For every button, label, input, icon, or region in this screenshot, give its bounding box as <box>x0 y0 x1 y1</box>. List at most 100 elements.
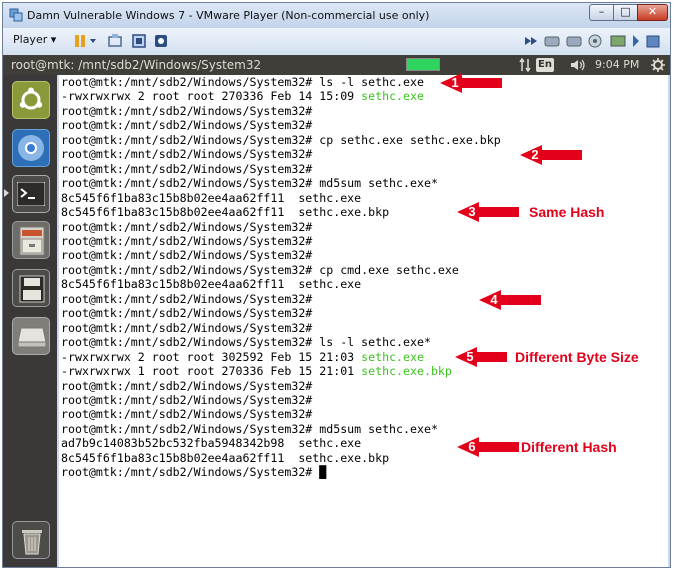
annotation-arrow-2: 2 <box>520 145 582 165</box>
terminal-line: root@mtk:/mnt/sdb2/Windows/System32# cp … <box>61 263 459 277</box>
pause-icon[interactable] <box>73 33 99 49</box>
fullscreen-icon[interactable] <box>131 33 147 49</box>
annotation-arrow-3: 3 <box>457 202 519 222</box>
terminal-line: root@mtk:/mnt/sdb2/Windows/System32# <box>61 292 312 306</box>
terminal-line: root@mtk:/mnt/sdb2/Windows/System32# ls … <box>61 75 424 89</box>
maximize-button[interactable]: □ <box>613 4 638 21</box>
annotation-arrow-6: 6 <box>457 437 519 457</box>
terminal-line: root@mtk:/mnt/sdb2/Windows/System32# <box>61 407 312 421</box>
launcher-drive-button[interactable] <box>12 317 50 355</box>
annotation-number: 2 <box>531 147 539 162</box>
trash-icon <box>22 530 42 555</box>
terminal-line: root@mtk:/mnt/sdb2/Windows/System32# █ <box>61 465 326 479</box>
terminal-line-segment: sethc.exe <box>361 89 424 104</box>
annotation-arrow-5: 5 <box>455 347 507 367</box>
terminal-line-segment: -rwxrwxrwx 2 root root 270336 Feb 14 15:… <box>61 89 362 104</box>
network-arrows-icon[interactable] <box>519 58 531 72</box>
terminal-line: 8c545f6f1ba83c15b8b02ee4aa62ff11 sethc.e… <box>61 277 361 291</box>
volume-icon[interactable] <box>570 58 586 72</box>
clock[interactable]: 9:04 PM <box>595 58 639 71</box>
terminal-text[interactable]: root@mtk:/mnt/sdb2/Windows/System32# ls … <box>61 75 501 480</box>
annotation-number: 3 <box>468 204 476 219</box>
terminal-line-segment: root@mtk:/mnt/sdb2/Windows/System32# ls … <box>61 335 431 350</box>
terminal-window-title: root@mtk: /mnt/sdb2/Windows/System32 <box>11 58 262 72</box>
terminal-output[interactable]: root@mtk:/mnt/sdb2/Windows/System32# ls … <box>59 73 668 567</box>
ubuntu-top-panel: root@mtk: /mnt/sdb2/Windows/System32 En … <box>3 55 670 75</box>
terminal-line-segment: -rwxrwxrwx 1 root root 270336 Feb 15 21:… <box>61 364 362 379</box>
terminal-line: root@mtk:/mnt/sdb2/Windows/System32# <box>61 220 312 234</box>
vmware-app-icon <box>9 8 23 22</box>
window-titlebar[interactable]: Damn Vulnerable Windows 7 - VMware Playe… <box>3 3 670 28</box>
close-button[interactable]: ✕ <box>637 4 668 21</box>
terminal-line-segment: root@mtk:/mnt/sdb2/Windows/System32# <box>61 118 313 133</box>
terminal-line-segment: root@mtk:/mnt/sdb2/Windows/System32# cp … <box>61 132 501 147</box>
launcher-terminal-button[interactable] <box>12 175 50 213</box>
terminal-line-segment: root@mtk:/mnt/sdb2/Windows/System32# <box>61 248 313 263</box>
unity-icon[interactable] <box>153 33 169 49</box>
minimize-icon: – <box>598 5 605 18</box>
player-menu[interactable]: Player ▾ <box>13 33 56 46</box>
floppy-disk-icon <box>19 275 45 303</box>
terminal-line-segment: -rwxrwxrwx 2 root root 302592 Feb 15 21:… <box>61 349 362 364</box>
terminal-line-segment: 8c545f6f1ba83c15b8b02ee4aa62ff11 sethc.e… <box>61 450 390 465</box>
ubuntu-logo-icon <box>19 87 43 110</box>
annotation-different-byte-size: Different Byte Size <box>515 349 639 365</box>
terminal-line: root@mtk:/mnt/sdb2/Windows/System32# <box>61 118 312 132</box>
terminal-line-segment: root@mtk:/mnt/sdb2/Windows/System32# md5… <box>61 176 438 191</box>
vmware-player-window: Damn Vulnerable Windows 7 - VMware Playe… <box>2 2 671 568</box>
annotation-same-hash: Same Hash <box>529 204 605 220</box>
device-status-icons[interactable] <box>523 33 663 49</box>
terminal-line: 8c545f6f1ba83c15b8b02ee4aa62ff11 sethc.e… <box>61 191 361 205</box>
terminal-line: root@mtk:/mnt/sdb2/Windows/System32# cp … <box>61 133 501 147</box>
terminal-line-segment: root@mtk:/mnt/sdb2/Windows/System32# <box>61 378 313 393</box>
status-indicator <box>406 58 440 71</box>
terminal-line: ad7b9c14083b52bc532fba5948342b98 sethc.e… <box>61 436 361 450</box>
terminal-line-segment: 8c545f6f1ba83c15b8b02ee4aa62ff11 sethc.e… <box>61 190 362 205</box>
terminal-icon <box>17 182 45 206</box>
annotation-number: 5 <box>466 349 474 364</box>
terminal-line-segment: root@mtk:/mnt/sdb2/Windows/System32# <box>61 233 313 248</box>
terminal-line-segment: root@mtk:/mnt/sdb2/Windows/System32# <box>61 161 313 176</box>
terminal-line: root@mtk:/mnt/sdb2/Windows/System32# ls … <box>61 335 431 349</box>
send-ctrl-alt-del-icon[interactable] <box>107 33 123 49</box>
terminal-line: root@mtk:/mnt/sdb2/Windows/System32# md5… <box>61 422 438 436</box>
annotation-number: 1 <box>451 75 459 90</box>
terminal-line: root@mtk:/mnt/sdb2/Windows/System32# <box>61 248 312 262</box>
file-cabinet-icon <box>19 226 45 256</box>
close-icon: ✕ <box>647 5 658 18</box>
terminal-line-segment: root@mtk:/mnt/sdb2/Windows/System32# cp … <box>61 262 459 277</box>
terminal-line: -rwxrwxrwx 2 root root 302592 Feb 15 21:… <box>61 350 424 364</box>
terminal-line: root@mtk:/mnt/sdb2/Windows/System32# <box>61 147 312 161</box>
keyboard-language-indicator[interactable]: En <box>536 58 554 72</box>
annotation-number: 6 <box>468 439 476 454</box>
terminal-line-segment: root@mtk:/mnt/sdb2/Windows/System32# <box>61 291 313 306</box>
launcher-ubuntu-button[interactable] <box>12 81 50 119</box>
maximize-icon: □ <box>620 5 631 18</box>
terminal-line-segment: root@mtk:/mnt/sdb2/Windows/System32# <box>61 465 320 480</box>
terminal-line-segment: sethc.exe.bkp <box>361 364 452 379</box>
terminal-line-segment: root@mtk:/mnt/sdb2/Windows/System32# <box>61 103 313 118</box>
annotation-arrow-4: 4 <box>479 290 541 310</box>
terminal-line-segment: root@mtk:/mnt/sdb2/Windows/System32# ls … <box>61 75 424 89</box>
minimize-button[interactable]: – <box>589 4 614 21</box>
terminal-line-segment: root@mtk:/mnt/sdb2/Windows/System32# md5… <box>61 421 438 436</box>
launcher-files-button[interactable] <box>12 221 50 259</box>
terminal-line: root@mtk:/mnt/sdb2/Windows/System32# <box>61 393 312 407</box>
terminal-line-segment: root@mtk:/mnt/sdb2/Windows/System32# <box>61 219 313 234</box>
launcher-trash-button[interactable] <box>12 521 50 559</box>
launcher-chromium-button[interactable] <box>12 129 50 167</box>
window-title: Damn Vulnerable Windows 7 - VMware Playe… <box>27 9 430 22</box>
chromium-icon <box>18 135 44 161</box>
unity-launcher <box>3 75 57 567</box>
annotation-number: 4 <box>490 292 498 307</box>
active-app-indicator-icon <box>4 189 9 197</box>
terminal-line-segment: ad7b9c14083b52bc532fba5948342b98 sethc.e… <box>61 436 362 451</box>
power-gear-icon[interactable] <box>651 58 665 72</box>
terminal-line-segment: root@mtk:/mnt/sdb2/Windows/System32# <box>61 392 313 407</box>
launcher-save-button[interactable] <box>12 269 50 307</box>
terminal-line-segment: sethc.exe <box>361 349 424 364</box>
terminal-line: root@mtk:/mnt/sdb2/Windows/System32# <box>61 306 312 320</box>
terminal-line-segment: 8c545f6f1ba83c15b8b02ee4aa62ff11 sethc.e… <box>61 205 390 220</box>
terminal-line-segment: 8c545f6f1ba83c15b8b02ee4aa62ff11 sethc.e… <box>61 277 362 292</box>
terminal-line: 8c545f6f1ba83c15b8b02ee4aa62ff11 sethc.e… <box>61 451 389 465</box>
